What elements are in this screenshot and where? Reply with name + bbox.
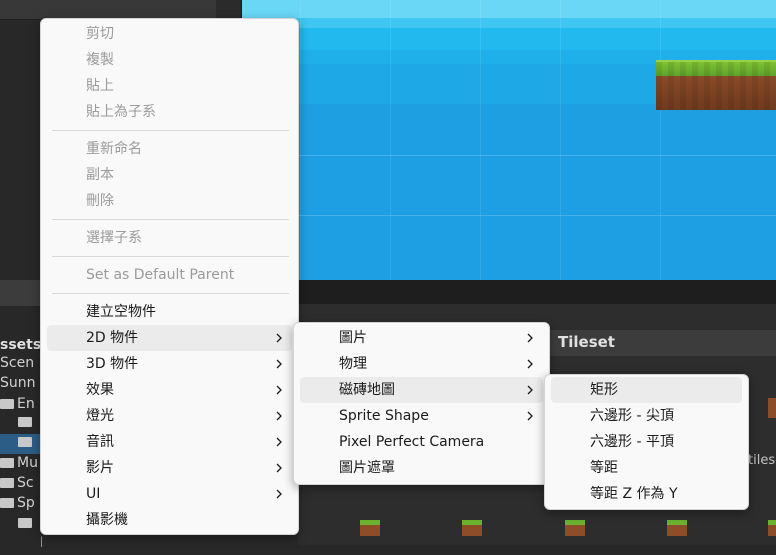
water-band [242, 0, 776, 18]
folder-icon [0, 498, 14, 508]
chevron-right-icon [276, 463, 282, 473]
folder-icon [18, 417, 32, 427]
menu-item-effects[interactable]: 效果 [47, 377, 292, 403]
project-row[interactable]: Scen [0, 355, 42, 375]
project-row[interactable] [0, 434, 42, 454]
menu-separator [52, 256, 289, 257]
menu-item-camera[interactable]: 攝影機 [47, 507, 292, 533]
folder-icon [18, 437, 32, 447]
menu-item-create-empty[interactable]: 建立空物件 [47, 299, 292, 325]
project-row[interactable] [0, 414, 42, 434]
menu-item-duplicate[interactable]: 副本 [47, 162, 292, 188]
project-assets-label: ssets [0, 337, 42, 353]
tile-thumbnail[interactable] [462, 520, 482, 536]
menu-separator [52, 130, 289, 131]
grid-line [390, 0, 391, 280]
menu-item-physics[interactable]: 物理 [300, 351, 543, 377]
tile-thumbnail[interactable] [667, 520, 687, 536]
menu-item-select-children[interactable]: 選擇子系 [47, 225, 292, 251]
menu-separator [52, 219, 289, 220]
project-row[interactable] [0, 515, 42, 535]
menu-item-sprite-mask[interactable]: 圖片遮罩 [300, 455, 543, 481]
menu-item-paste-as-child[interactable]: 貼上為子系 [47, 99, 292, 125]
chevron-right-icon [527, 359, 533, 369]
menu-item-2d-object[interactable]: 2D 物件 [47, 325, 292, 351]
grid-line [300, 0, 301, 280]
folder-icon [0, 399, 14, 409]
project-tab-bar [0, 280, 40, 306]
folder-icon [18, 518, 32, 528]
chevron-right-icon [527, 333, 533, 343]
project-row[interactable]: Fx [0, 535, 42, 555]
menu-item-hexagonal-pointed-top[interactable]: 六邊形 - 尖頂 [551, 403, 742, 429]
menu-item-rectangular[interactable]: 矩形 [551, 377, 742, 403]
grid-line [242, 215, 776, 216]
chevron-right-icon [276, 437, 282, 447]
menu-item-tilemap[interactable]: 磁磚地圖 [300, 377, 543, 403]
hierarchy-toolbar [0, 0, 216, 20]
project-row[interactable]: En [0, 396, 42, 416]
menu-item-cut[interactable]: 剪切 [47, 21, 292, 47]
tileset-label: tilese [748, 453, 776, 468]
context-menu: 剪切 複製 貼上 貼上為子系 重新命名 副本 刪除 選擇子系 Set as De… [40, 18, 299, 535]
grid-line [242, 155, 776, 156]
scene-footer [242, 280, 776, 304]
menu-item-sprite[interactable]: 圖片 [300, 325, 543, 351]
water-band [242, 18, 776, 28]
tile-thumbnail[interactable] [360, 520, 380, 536]
chevron-right-icon [527, 385, 533, 395]
water-band [242, 28, 776, 50]
menu-item-isometric[interactable]: 等距 [551, 455, 742, 481]
menu-item-rename[interactable]: 重新命名 [47, 136, 292, 162]
menu-item-isometric-z-as-y[interactable]: 等距 Z 作為 Y [551, 481, 742, 507]
submenu-tilemap: 矩形 六邊形 - 尖頂 六邊形 - 平頂 等距 等距 Z 作為 Y [544, 374, 749, 510]
menu-item-video[interactable]: 影片 [47, 455, 292, 481]
menu-item-set-default-parent[interactable]: Set as Default Parent [47, 262, 292, 288]
menu-item-pixel-perfect-camera[interactable]: Pixel Perfect Camera [300, 429, 543, 455]
grid-line [660, 0, 661, 280]
chevron-right-icon [276, 411, 282, 421]
project-row[interactable]: Sc [0, 475, 42, 495]
chevron-right-icon [276, 359, 282, 369]
tileset-title: Tileset [558, 333, 615, 351]
grid-line [560, 0, 561, 280]
folder-icon [0, 478, 14, 488]
chevron-right-icon [276, 385, 282, 395]
chevron-right-icon [276, 489, 282, 499]
tile-thumbnail[interactable] [565, 520, 585, 536]
project-row[interactable]: Sp [0, 495, 42, 515]
menu-item-audio[interactable]: 音訊 [47, 429, 292, 455]
submenu-2d-object: 圖片 物理 磁磚地圖 Sprite Shape Pixel Perfect Ca… [293, 322, 550, 485]
menu-item-sprite-shape[interactable]: Sprite Shape [300, 403, 543, 429]
folder-icon [0, 458, 14, 468]
water-band [242, 120, 776, 280]
menu-item-paste[interactable]: 貼上 [47, 73, 292, 99]
grid-line [480, 0, 481, 280]
scene-view[interactable] [242, 0, 776, 280]
menu-separator [52, 293, 289, 294]
chevron-right-icon [276, 333, 282, 343]
menu-item-copy[interactable]: 複製 [47, 47, 292, 73]
chevron-right-icon [527, 411, 533, 421]
menu-item-hexagonal-flat-top[interactable]: 六邊形 - 平頂 [551, 429, 742, 455]
menu-item-ui[interactable]: UI [47, 481, 292, 507]
tile-thumbnail[interactable] [768, 398, 776, 418]
tile-thumbnail[interactable] [768, 520, 776, 536]
project-row[interactable]: Mu [0, 455, 42, 475]
menu-item-delete[interactable]: 刪除 [47, 188, 292, 214]
ground-tile [656, 62, 776, 110]
menu-item-light[interactable]: 燈光 [47, 403, 292, 429]
menu-item-3d-object[interactable]: 3D 物件 [47, 351, 292, 377]
project-row[interactable]: Sunn [0, 375, 42, 395]
